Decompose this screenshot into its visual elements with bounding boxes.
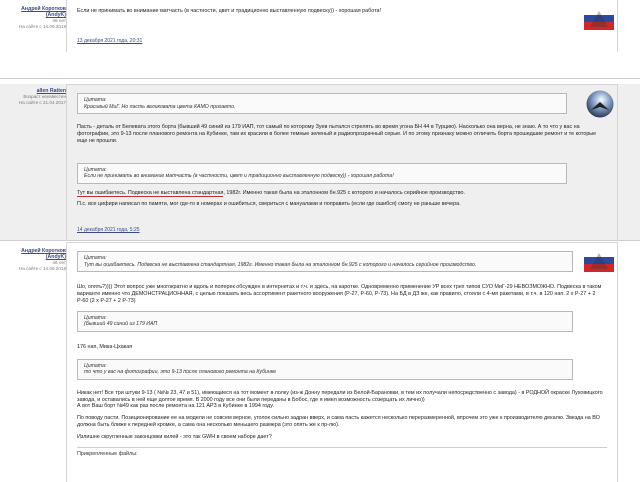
post-paragraph: П.с. все цифири написал по памяти, мог г… xyxy=(77,200,461,207)
author-name[interactable]: Андрей Коротков (AndyK) xyxy=(0,6,66,18)
post-date-link[interactable]: 13 декабря 2021 года, 20:31 xyxy=(77,38,142,44)
quote-text: то что у вас на фотографии, это 9-13 пос… xyxy=(84,369,277,376)
quote-text: (бывший 49 синий из 179 ИАП xyxy=(84,321,158,328)
post-paragraph: Излишне скругленные законцовки килей - э… xyxy=(77,433,272,440)
author-name[interactable]: Андрей Коротков (AndyK) xyxy=(0,248,66,260)
divider xyxy=(0,78,640,79)
post-text-underlined: Тут вы ошибаетесь. Подвеска не выставлен… xyxy=(77,189,224,197)
quote-header: Цитата: xyxy=(84,97,107,103)
author-since: На сайте с 14.09.2018 xyxy=(18,266,66,271)
quote-header: Цитата: xyxy=(84,166,107,173)
quote-header: Цитата: xyxy=(84,255,107,261)
avatar xyxy=(584,250,614,272)
avatar xyxy=(586,90,614,118)
quote-header: Цитата: xyxy=(84,362,107,369)
attachments-label: Прикрепленные файлы: xyxy=(77,446,607,457)
author-since: На сайте с 21.04.2017 xyxy=(18,100,66,105)
quote-block: Цитата: Тут вы ошибаетесь. Подвеска не в… xyxy=(77,251,573,273)
post-author-column: allen Ratten Возраст неизвестен На сайте… xyxy=(0,88,66,106)
post-text: , 1982г. Именно такая была на эталонном … xyxy=(223,189,466,196)
quote-block: Цитата: Если не принимать во внимание ма… xyxy=(77,162,567,184)
post-paragraph: Шо, опять?)))) Этот вопрос уже многократ… xyxy=(77,284,602,304)
post-body: Цитата: Тут вы ошибаетесь. Подвеска не в… xyxy=(66,242,618,482)
author-since: На сайте с 14.09.2018 xyxy=(18,24,66,29)
post-paragraph: Никак нет! Все три штуки 9-13 ( №№ 23, 4… xyxy=(77,389,603,410)
quote-text: Тут вы ошибаетесь. Подвеска не выставлен… xyxy=(84,261,477,268)
quote-text: Если не принимать во внимание матчасть (… xyxy=(84,173,394,180)
quote-block: Цитата: то что у вас на фотографии, это … xyxy=(77,358,573,380)
post-body: Цитата: Красивый МиГ. Но пасть великоват… xyxy=(66,84,618,240)
post-author-column: Андрей Коротков (AndyK) 46 лет На сайте … xyxy=(0,248,66,272)
post-paragraph: 176 нап, Мика-Цхакая xyxy=(77,343,133,350)
divider xyxy=(0,240,640,241)
post-body: Если не принимать во внимание матчасть (… xyxy=(66,0,618,52)
post-author-column: Андрей Коротков (AndyK) 46 лет На сайте … xyxy=(0,6,66,30)
quote-block: Цитата: (бывший 49 синий из 179 ИАП xyxy=(77,310,573,332)
post-date-link[interactable]: 14 декабря 2021 года, 5:25 xyxy=(77,227,140,233)
avatar xyxy=(584,8,614,30)
quote-block: Цитата: Красивый МиГ. Но пасть великоват… xyxy=(77,93,567,115)
post-paragraph: Пасть - деталь от Белевата этого борта (… xyxy=(77,124,597,144)
post-paragraph: По поводу пасти. Позиционирование ее на … xyxy=(77,415,600,428)
post-text: Если не принимать во внимание матчасть (… xyxy=(77,8,382,14)
quote-text: Красивый МиГ. Но пасть великовата цвета … xyxy=(84,103,236,110)
